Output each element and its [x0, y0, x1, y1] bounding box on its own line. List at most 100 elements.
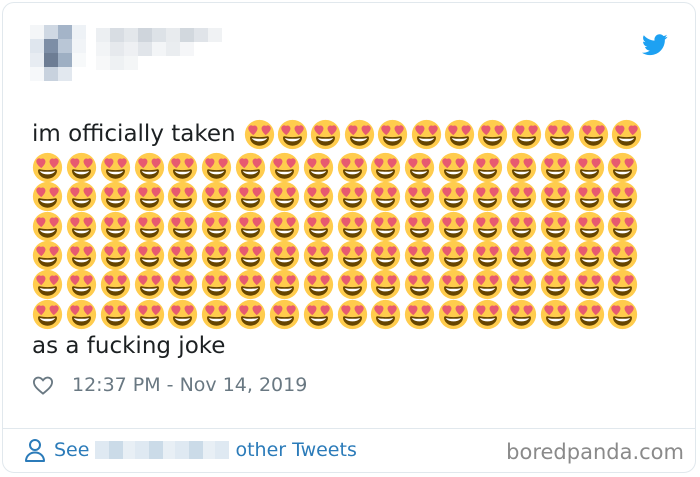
censor-pixel	[166, 28, 180, 42]
heart-eyes-emoji-icon	[438, 240, 469, 271]
heart-eyes-emoji-icon	[303, 182, 333, 212]
tweet-text-last: as a fucking joke	[32, 333, 226, 359]
censor-pixel	[30, 25, 44, 39]
heart-eyes-emoji-icon	[168, 153, 198, 183]
heart-eyes-emoji-icon	[337, 153, 367, 183]
heart-eyes-emoji-icon	[472, 182, 503, 212]
heart-eyes-emoji-icon	[303, 211, 333, 241]
heart-eyes-emoji-icon	[202, 299, 232, 329]
heart-eyes-emoji-icon	[344, 119, 374, 150]
emoji-row	[32, 211, 662, 241]
heart-eyes-emoji-icon	[405, 240, 435, 271]
heart-eyes-emoji-icon	[168, 211, 198, 241]
heart-eyes-emoji-icon	[303, 240, 333, 271]
censor-pixel	[96, 42, 110, 56]
heart-eyes-emoji-icon	[244, 119, 274, 150]
emoji-row	[32, 299, 662, 329]
heart-eyes-emoji-icon	[574, 240, 604, 271]
twitter-bird-icon[interactable]	[642, 34, 668, 56]
heart-eyes-emoji-icon	[66, 153, 96, 183]
heart-eyes-emoji-icon	[574, 299, 604, 329]
heart-eyes-emoji-icon	[202, 240, 232, 271]
tweet-line-1: im officially taken	[32, 119, 662, 150]
heart-eyes-emoji-icon	[202, 182, 232, 212]
emoji-row	[32, 182, 662, 212]
author-name-censored[interactable]	[96, 28, 222, 70]
heart-eyes-emoji-icon	[202, 153, 232, 183]
heart-eyes-emoji-icon	[100, 211, 130, 241]
emoji-grid	[32, 153, 662, 329]
heart-eyes-emoji-icon	[478, 119, 508, 150]
censor-pixel	[208, 56, 222, 70]
heart-eyes-emoji-icon	[277, 119, 308, 150]
heart-eyes-emoji-icon	[134, 211, 164, 241]
censor-pixel	[138, 56, 152, 70]
censor-pixel	[44, 39, 58, 53]
heart-eyes-emoji-icon	[405, 299, 435, 329]
heart-eyes-emoji-icon	[32, 240, 63, 271]
censor-pixel	[58, 39, 72, 53]
heart-eyes-emoji-icon	[371, 153, 401, 183]
heart-eyes-emoji-icon	[438, 211, 469, 241]
person-icon	[25, 439, 45, 462]
censor-pixel	[110, 42, 124, 56]
censor-pixel	[72, 39, 86, 53]
heart-icon[interactable]	[32, 375, 54, 395]
username-censored	[95, 441, 230, 459]
heart-eyes-emoji-icon	[472, 270, 503, 300]
censor-pixel	[72, 53, 86, 67]
tweet-timestamp[interactable]: 12:37 PM - Nov 14, 2019	[72, 374, 307, 396]
censor-pixel	[180, 42, 194, 56]
heart-eyes-emoji-icon	[506, 299, 536, 329]
heart-eyes-emoji-icon	[371, 299, 401, 329]
see-other-tweets-link[interactable]: See other Tweets	[24, 438, 357, 462]
heart-eyes-emoji-icon	[269, 153, 300, 183]
heart-eyes-emoji-icon	[405, 153, 435, 183]
heart-eyes-emoji-icon	[540, 182, 570, 212]
heart-eyes-emoji-icon	[235, 211, 266, 241]
heart-eyes-emoji-icon	[134, 299, 164, 329]
heart-eyes-emoji-icon	[472, 240, 503, 271]
heart-eyes-emoji-icon	[337, 240, 367, 271]
censor-pixel	[58, 53, 72, 67]
heart-eyes-emoji-icon	[269, 182, 300, 212]
emoji-row	[32, 270, 662, 300]
censor-pixel	[44, 25, 58, 39]
heart-eyes-emoji-icon	[134, 153, 164, 183]
heart-eyes-emoji-icon	[444, 119, 475, 150]
tweet-text-line1: im officially taken	[32, 121, 236, 147]
heart-eyes-emoji-icon	[168, 182, 198, 212]
heart-eyes-emoji-icon	[411, 119, 441, 150]
heart-eyes-emoji-icon	[269, 270, 300, 300]
heart-eyes-emoji-icon	[235, 299, 266, 329]
censor-pixel	[124, 56, 138, 70]
heart-eyes-emoji-icon	[66, 182, 96, 212]
censor-pixel	[166, 42, 180, 56]
censor-pixel	[194, 42, 208, 56]
heart-eyes-emoji-icon	[32, 270, 63, 300]
censor-pixel	[180, 28, 194, 42]
heart-eyes-emoji-icon	[66, 270, 96, 300]
heart-eyes-emoji-icon	[168, 240, 198, 271]
heart-eyes-emoji-icon	[100, 270, 130, 300]
heart-eyes-emoji-icon	[540, 270, 570, 300]
heart-eyes-emoji-icon	[405, 182, 435, 212]
heart-eyes-emoji-icon	[608, 240, 638, 271]
heart-eyes-emoji-icon	[405, 270, 435, 300]
avatar-censored[interactable]	[30, 25, 86, 81]
censor-pixel	[138, 42, 152, 56]
heart-eyes-emoji-icon	[371, 270, 401, 300]
heart-eyes-emoji-icon	[66, 299, 96, 329]
censor-pixel	[152, 56, 166, 70]
heart-eyes-emoji-icon	[202, 211, 232, 241]
heart-eyes-emoji-icon	[134, 240, 164, 271]
heart-eyes-emoji-icon	[608, 182, 638, 212]
footer-divider	[2, 428, 696, 429]
heart-eyes-emoji-icon	[472, 299, 503, 329]
heart-eyes-emoji-icon	[66, 211, 96, 241]
heart-eyes-emoji-icon	[506, 211, 536, 241]
heart-eyes-emoji-icon	[511, 119, 541, 150]
censor-pixel	[124, 28, 138, 42]
heart-eyes-emoji-icon	[371, 182, 401, 212]
heart-eyes-emoji-icon	[578, 119, 608, 150]
